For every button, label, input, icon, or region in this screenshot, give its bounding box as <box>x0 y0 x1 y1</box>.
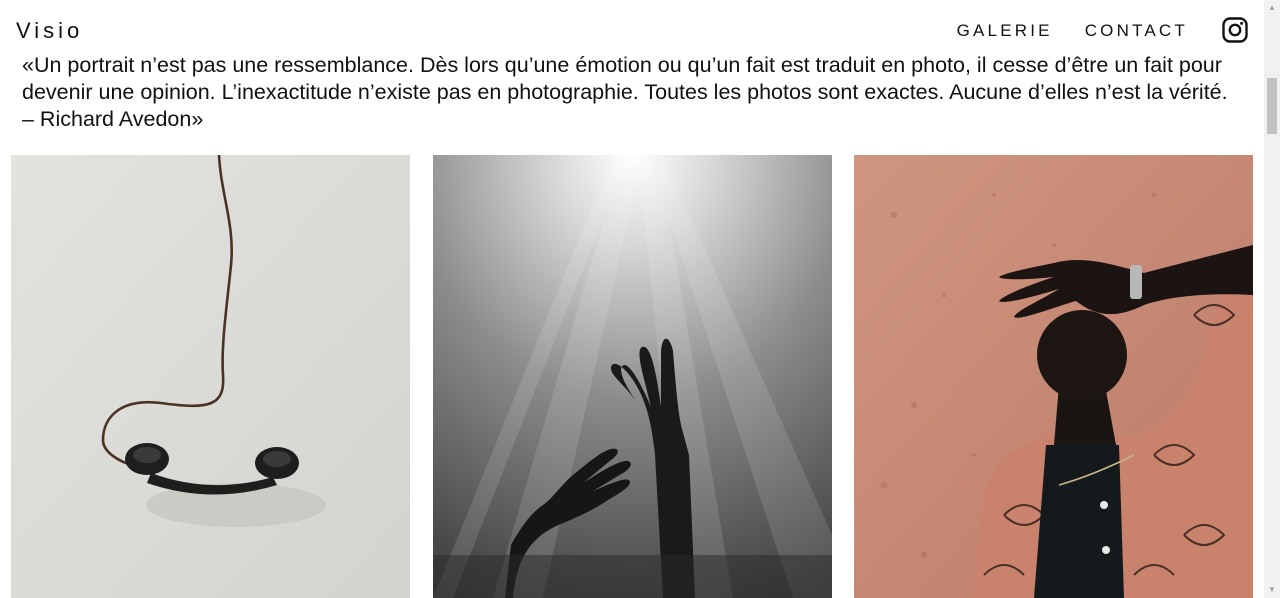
scroll-up-arrow-icon[interactable]: ▲ <box>1264 0 1280 16</box>
page: Visio GALERIE CONTACT «Un portrait n’est… <box>0 0 1264 598</box>
gallery-photo-hands[interactable] <box>433 155 832 598</box>
quote-text: «Un portrait n’est pas une ressemblance.… <box>22 53 1228 131</box>
gallery-photo-man-sand[interactable] <box>854 155 1253 598</box>
instagram-icon[interactable] <box>1222 17 1248 43</box>
main-nav: GALERIE CONTACT <box>957 21 1188 41</box>
photo-gallery <box>11 155 1253 598</box>
page-scrollbar[interactable]: ▲ ▼ <box>1264 0 1280 598</box>
brand-logo[interactable]: Visio <box>16 18 83 44</box>
nav-contact-link[interactable]: CONTACT <box>1085 21 1188 41</box>
scroll-down-arrow-icon[interactable]: ▼ <box>1264 582 1280 598</box>
site-header: Visio GALERIE CONTACT <box>0 0 1264 58</box>
nav-galerie-link[interactable]: GALERIE <box>957 21 1053 41</box>
scrollbar-thumb[interactable] <box>1267 78 1277 134</box>
gallery-photo-telephone[interactable] <box>11 155 410 598</box>
